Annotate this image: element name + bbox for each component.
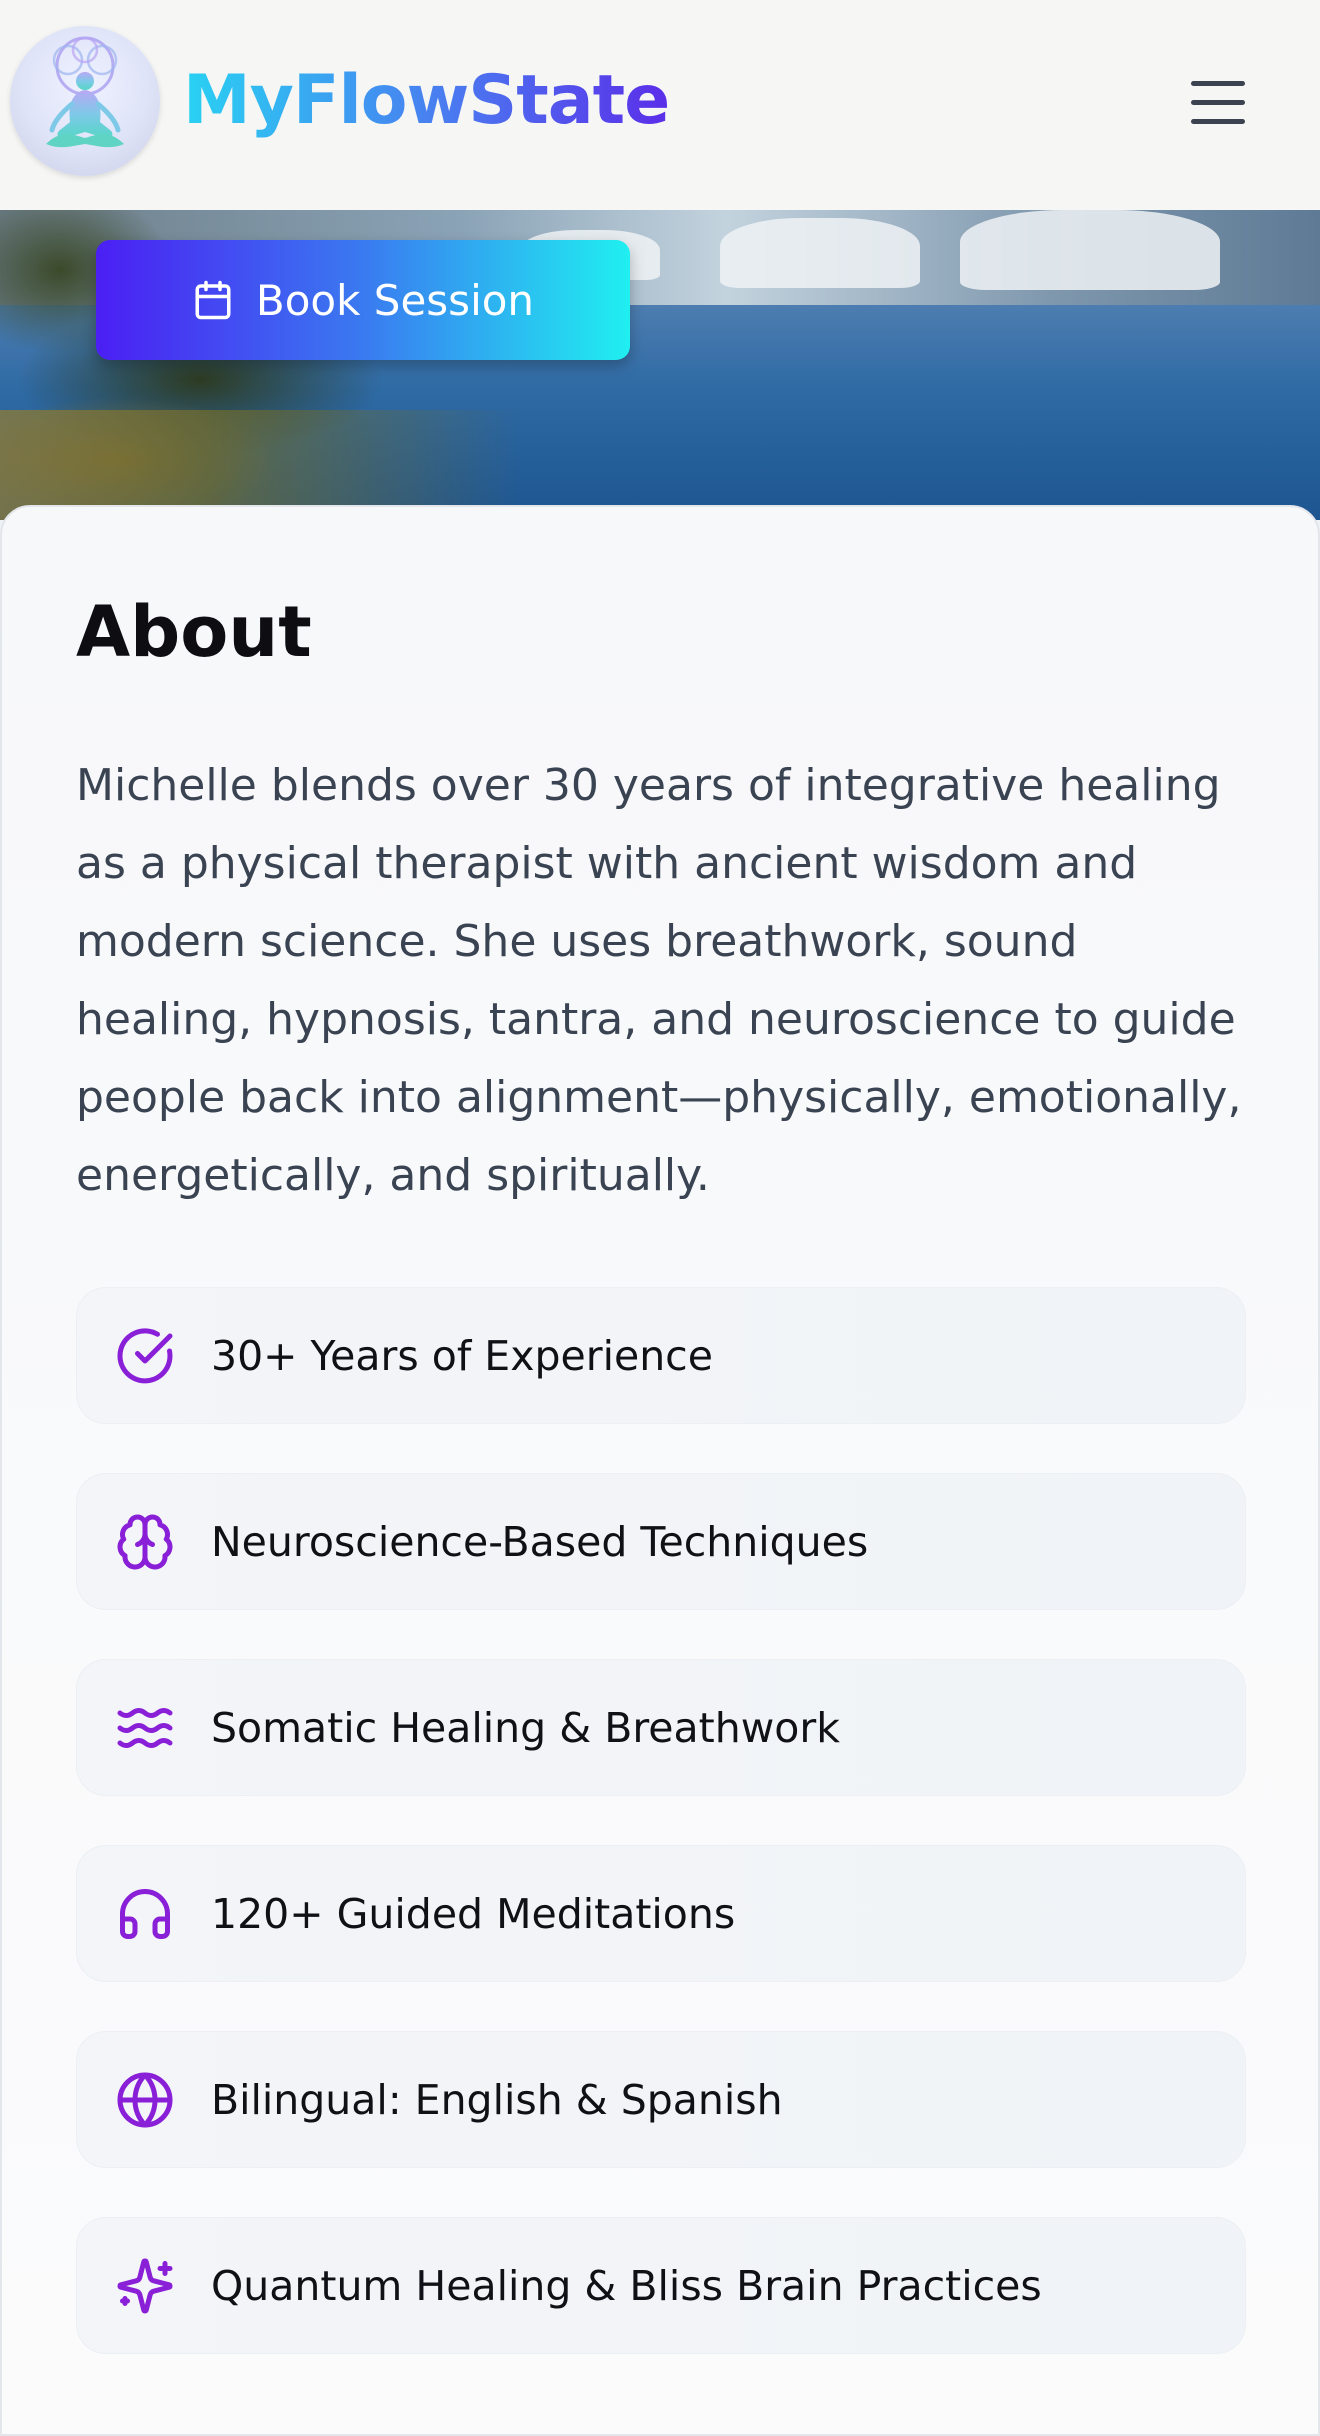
- about-heading: About: [76, 591, 312, 673]
- feature-item-somatic: Somatic Healing & Breathwork: [76, 1659, 1246, 1796]
- feature-item-quantum: Quantum Healing & Bliss Brain Practices: [76, 2217, 1246, 2354]
- feature-item-meditations: 120+ Guided Meditations: [76, 1845, 1246, 1982]
- feature-label: Neuroscience-Based Techniques: [211, 1517, 869, 1566]
- feature-item-bilingual: Bilingual: English & Spanish: [76, 2031, 1246, 2168]
- feature-label: 120+ Guided Meditations: [211, 1889, 736, 1938]
- check-circle-icon: [117, 1327, 173, 1383]
- hero-shore: [0, 410, 520, 520]
- sparkles-icon: [117, 2258, 173, 2313]
- meditation-tree-logo-icon[interactable]: [10, 26, 160, 176]
- calendar-icon: [195, 280, 231, 320]
- book-session-button[interactable]: Book Session: [96, 240, 630, 360]
- mountain-peak: [960, 210, 1220, 290]
- brand-name[interactable]: MyFlowState: [183, 56, 670, 146]
- globe-icon: [117, 2072, 173, 2127]
- book-session-label: Book Session: [255, 275, 535, 325]
- feature-item-experience: 30+ Years of Experience: [76, 1287, 1246, 1424]
- site-header: MyFlowState: [0, 0, 1320, 210]
- about-description: Michelle blends over 30 years of integra…: [76, 760, 1242, 1201]
- feature-label: 30+ Years of Experience: [211, 1331, 713, 1380]
- about-card: About Michelle blends over 30 years of i…: [0, 505, 1320, 2436]
- mountain-peak: [720, 218, 920, 288]
- feature-list: 30+ Years of Experience Neuroscience-Bas…: [76, 1287, 1246, 2354]
- headphones-icon: [120, 1888, 170, 1939]
- hamburger-menu-icon[interactable]: [1182, 70, 1254, 134]
- waves-icon: [117, 1707, 173, 1748]
- feature-label: Bilingual: English & Spanish: [211, 2075, 783, 2124]
- feature-item-neuroscience: Neuroscience-Based Techniques: [76, 1473, 1246, 1610]
- feature-label: Somatic Healing & Breathwork: [211, 1703, 840, 1752]
- brain-icon: [117, 1514, 173, 1569]
- feature-label: Quantum Healing & Bliss Brain Practices: [211, 2261, 1042, 2310]
